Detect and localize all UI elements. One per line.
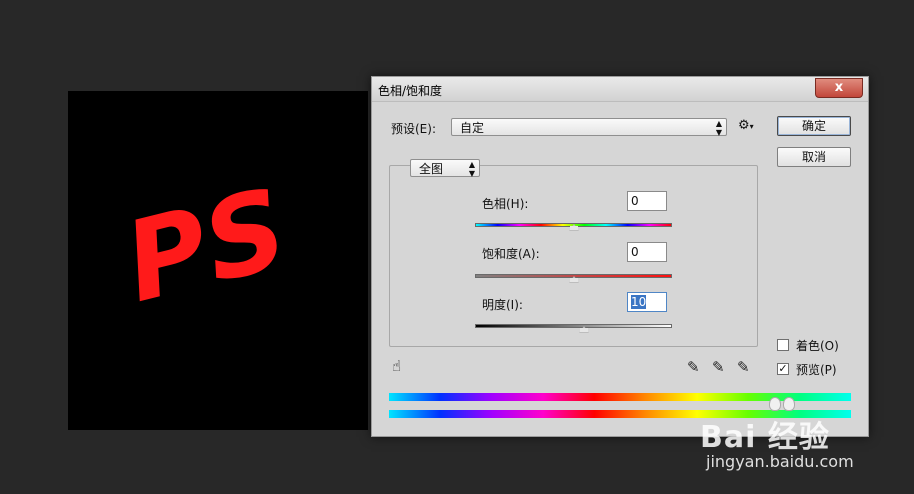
- watermark-url: jingyan.baidu.com: [706, 452, 854, 471]
- preset-value: 自定: [460, 121, 485, 135]
- preset-select[interactable]: 自定 ▲ ▼: [451, 118, 727, 137]
- preview-label: 预览(P): [796, 363, 837, 377]
- saturation-label: 饱和度(A):: [482, 247, 540, 261]
- preview-checkbox[interactable]: ✓: [777, 363, 789, 375]
- canvas-document: PS: [68, 91, 368, 430]
- gear-icon[interactable]: ⚙▾: [738, 118, 754, 133]
- cancel-button[interactable]: 取消: [777, 147, 851, 167]
- select-arrows-icon: ▲ ▼: [715, 119, 722, 137]
- close-icon: x: [834, 80, 844, 95]
- adjustment-group: [389, 165, 758, 347]
- svg-text:PS: PS: [113, 164, 299, 327]
- preset-label: 预设(E):: [391, 122, 436, 136]
- range-marker-left[interactable]: [769, 397, 781, 411]
- channel-value: 全图: [419, 162, 444, 176]
- channel-select[interactable]: 全图 ▲ ▼: [410, 159, 480, 178]
- saturation-slider-thumb[interactable]: [569, 276, 579, 283]
- eyedropper-minus-icon[interactable]: ✎: [737, 358, 750, 376]
- hue-label: 色相(H):: [482, 197, 529, 211]
- colorize-label: 着色(O): [796, 339, 839, 353]
- colorize-checkbox[interactable]: [777, 339, 789, 351]
- lightness-label: 明度(I):: [482, 298, 523, 312]
- hand-adjust-icon[interactable]: ☝: [392, 357, 401, 375]
- ok-button[interactable]: 确定: [777, 116, 851, 136]
- lightness-slider-track[interactable]: [475, 324, 672, 328]
- hue-saturation-dialog: 色相/饱和度 x 预设(E): 自定 ▲ ▼ ⚙▾ 确定 取消 全图 ▲ ▼ 色相(…: [371, 76, 869, 437]
- eyedropper-icon[interactable]: ✎: [687, 358, 700, 376]
- close-button[interactable]: x: [815, 78, 863, 98]
- hue-input[interactable]: 0: [627, 191, 667, 211]
- eyedropper-plus-icon[interactable]: ✎: [712, 358, 725, 376]
- ps-text-graphic: PS: [113, 164, 299, 327]
- spectrum-bar-top: [389, 393, 851, 401]
- select-arrows-icon: ▲ ▼: [468, 160, 475, 178]
- dialog-titlebar[interactable]: 色相/饱和度 x: [372, 77, 868, 102]
- saturation-input[interactable]: 0: [627, 242, 667, 262]
- range-marker-right[interactable]: [783, 397, 795, 411]
- dialog-title: 色相/饱和度: [378, 84, 443, 98]
- lightness-slider-thumb[interactable]: [579, 326, 589, 333]
- baidu-jingyan-logo: Bai 经验: [700, 420, 830, 455]
- hue-slider-thumb[interactable]: [569, 224, 579, 231]
- lightness-input[interactable]: 10: [627, 292, 667, 312]
